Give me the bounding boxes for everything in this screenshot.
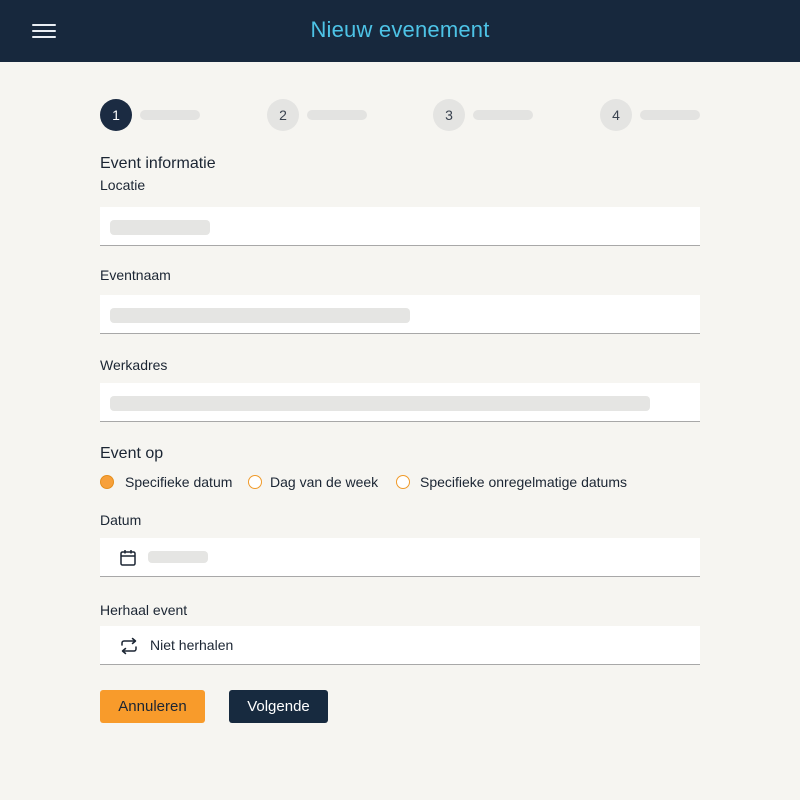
page-title: Nieuw evenement — [310, 17, 490, 42]
step-1-label-placeholder — [140, 110, 200, 120]
radio-day-of-week-label: Dag van de week — [270, 474, 379, 490]
repeat-field[interactable]: Niet herhalen — [100, 626, 700, 665]
step-3-number: 3 — [433, 99, 465, 131]
top-bar: Nieuw evenement — [0, 0, 800, 62]
radio-irregular-dates-label: Specifieke onregelmatige datums — [420, 474, 628, 490]
stepper: 1 2 3 4 — [100, 99, 700, 131]
step-3-label-placeholder — [473, 110, 533, 120]
cancel-button[interactable]: Annuleren — [100, 690, 205, 723]
radio-selected-indicator — [100, 475, 114, 489]
work-address-label: Werkadres — [100, 357, 168, 373]
repeat-value: Niet herhalen — [150, 637, 234, 653]
step-2-number: 2 — [267, 99, 299, 131]
work-address-field[interactable] — [100, 383, 700, 422]
event-name-label: Eventnaam — [100, 267, 171, 283]
location-field[interactable] — [100, 207, 700, 246]
calendar-icon — [120, 550, 136, 566]
event-name-field[interactable] — [100, 295, 700, 334]
repeat-icon — [121, 637, 137, 655]
step-4-label-placeholder — [640, 110, 700, 120]
section-title-event-on: Event op — [100, 445, 164, 462]
date-field[interactable] — [100, 538, 700, 577]
radio-specific-date-label: Specifieke datum — [125, 474, 233, 490]
work-address-placeholder-skeleton — [110, 396, 650, 411]
location-label: Locatie — [100, 177, 146, 193]
radio-unselected-indicator — [396, 475, 410, 489]
schedule-radio-group: Specifieke datum Dag van de week Specifi… — [100, 474, 700, 492]
date-placeholder-skeleton — [148, 551, 208, 563]
event-name-placeholder-skeleton — [110, 308, 410, 323]
next-button[interactable]: Volgende — [229, 690, 328, 723]
step-1-number: 1 — [100, 99, 132, 131]
location-placeholder-skeleton — [110, 220, 210, 235]
step-4-number: 4 — [600, 99, 632, 131]
date-label: Datum — [100, 512, 142, 528]
section-title-event-info: Event informatie — [100, 155, 216, 172]
repeat-label: Herhaal event — [100, 602, 188, 618]
radio-unselected-indicator — [248, 475, 262, 489]
step-2-label-placeholder — [307, 110, 367, 120]
